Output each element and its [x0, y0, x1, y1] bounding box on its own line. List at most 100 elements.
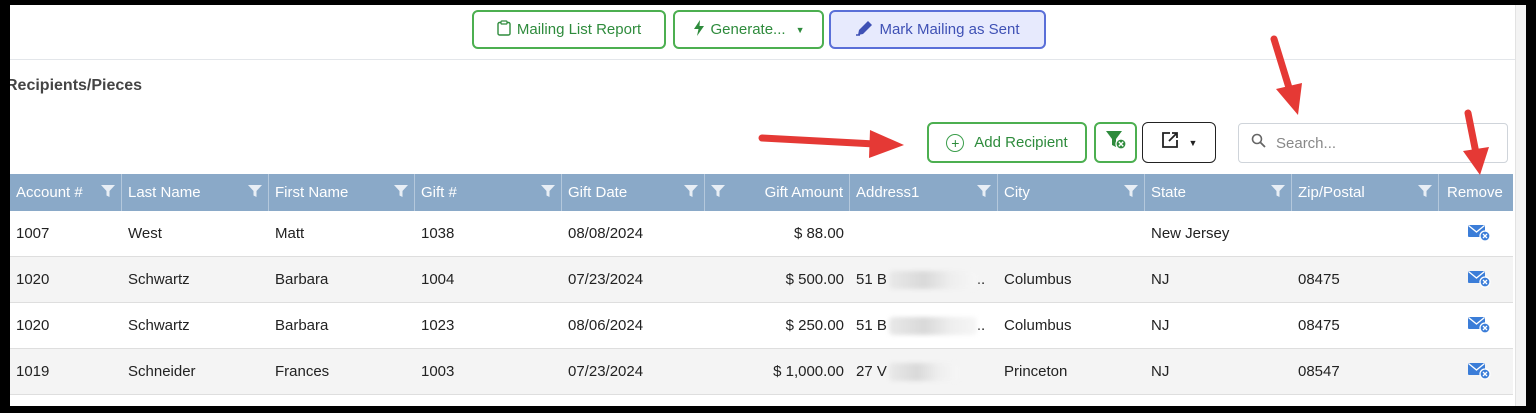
clipboard-icon: [497, 20, 511, 39]
cell-account: 1007: [16, 225, 50, 242]
export-dropdown-button[interactable]: ▼: [1142, 122, 1216, 163]
cell-first-name: Barbara: [275, 271, 329, 288]
filter-icon[interactable]: [1124, 184, 1138, 202]
search-icon: [1251, 133, 1266, 153]
cell-city: Princeton: [1004, 363, 1068, 380]
lightning-icon: [693, 20, 705, 39]
filter-icon[interactable]: [541, 184, 555, 202]
col-gift-number[interactable]: Gift #: [415, 174, 562, 211]
mailing-list-report-button[interactable]: Mailing List Report: [472, 10, 666, 49]
cell-first-name: Matt: [275, 225, 305, 242]
mark-mailing-sent-button[interactable]: Mark Mailing as Sent: [829, 10, 1046, 49]
envelope-remove-icon[interactable]: [1467, 268, 1491, 292]
filter-icon[interactable]: [101, 184, 115, 202]
redacted-text: [888, 270, 977, 289]
app-frame: Mailing List Report Generate... ▼ Mark M…: [10, 5, 1526, 406]
cell-address1: 51 B..: [850, 257, 998, 302]
cell-remove: [1439, 303, 1513, 348]
cell-zip: 08475: [1298, 271, 1340, 288]
cell-gift-number: 1023: [421, 317, 455, 334]
cell-last-name: Schneider: [128, 363, 196, 380]
cell-zip: 08475: [1298, 317, 1340, 334]
envelope-remove-icon[interactable]: [1467, 360, 1491, 384]
cell-zip: 08547: [1298, 363, 1340, 380]
cell-account: 1020: [16, 271, 50, 288]
cell-gift-amount: $ 1,000.00: [773, 363, 844, 380]
add-recipient-button[interactable]: + Add Recipient: [927, 122, 1087, 163]
col-address1[interactable]: Address1: [850, 174, 998, 211]
table-row[interactable]: 1020 Schwartz Barbara 1023 08/06/2024 $ …: [10, 303, 1513, 349]
chevron-down-icon: ▼: [795, 24, 805, 35]
plus-circle-icon: +: [946, 133, 965, 152]
col-first-name[interactable]: First Name: [269, 174, 415, 211]
col-zip[interactable]: Zip/Postal: [1292, 174, 1439, 211]
redacted-text: [888, 316, 977, 335]
pen-icon: [855, 20, 873, 39]
chevron-down-icon: ▼: [1188, 137, 1198, 148]
col-state[interactable]: State: [1145, 174, 1292, 211]
col-gift-date[interactable]: Gift Date: [562, 174, 705, 211]
cell-city: Columbus: [1004, 271, 1072, 288]
generate-label: Generate...: [710, 21, 786, 38]
clear-filter-button[interactable]: [1094, 122, 1137, 163]
red-arrow-icon: [1270, 35, 1302, 115]
cell-zip: [1292, 211, 1439, 256]
cell-last-name: Schwartz: [128, 271, 190, 288]
col-account[interactable]: Account #: [10, 174, 122, 211]
export-icon: [1161, 131, 1179, 154]
col-remove: Remove: [1447, 184, 1503, 201]
cell-gift-date: 08/06/2024: [568, 317, 644, 334]
filter-icon[interactable]: [711, 184, 725, 202]
table-row[interactable]: 1020 Schwartz Barbara 1004 07/23/2024 $ …: [10, 257, 1513, 303]
address-text: 27 V: [856, 363, 887, 380]
address-ellipsis: ..: [976, 317, 986, 334]
mailing-list-report-label: Mailing List Report: [516, 21, 642, 38]
redacted-text: [888, 362, 959, 381]
cell-remove: [1439, 257, 1513, 302]
cell-account: 1019: [16, 363, 50, 380]
mark-sent-label: Mark Mailing as Sent: [879, 21, 1020, 38]
cell-first-name: Frances: [275, 363, 330, 380]
col-gift-amount[interactable]: Gift Amount: [705, 174, 850, 211]
red-arrow-icon: [1463, 109, 1489, 175]
table-row[interactable]: 1019 Schneider Frances 1003 07/23/2024 $…: [10, 349, 1513, 395]
cell-last-name: West: [128, 225, 162, 242]
cell-remove: [1439, 211, 1513, 256]
cell-city: [998, 211, 1145, 256]
cell-gift-date: 07/23/2024: [568, 363, 644, 380]
section-title: Recipients/Pieces: [10, 77, 143, 94]
cell-account: 1020: [16, 317, 50, 334]
col-city[interactable]: City: [998, 174, 1145, 211]
cell-gift-number: 1004: [421, 271, 455, 288]
filter-icon[interactable]: [977, 184, 991, 202]
cell-address1: [850, 211, 998, 256]
cell-address1: 51 B..: [850, 303, 998, 348]
filter-icon[interactable]: [684, 184, 698, 202]
filter-icon[interactable]: [1271, 184, 1285, 202]
scrollbar-strip: [1515, 5, 1526, 406]
envelope-remove-icon[interactable]: [1467, 222, 1491, 246]
cell-state: NJ: [1151, 271, 1170, 288]
grid-header: Account # Last Name First Name Gift # Gi…: [10, 174, 1513, 211]
generate-dropdown-button[interactable]: Generate... ▼: [673, 10, 824, 49]
cell-address1: 27 V: [850, 349, 998, 394]
filter-icon[interactable]: [394, 184, 408, 202]
cell-state: NJ: [1151, 363, 1170, 380]
cell-state: NJ: [1151, 317, 1170, 334]
cell-gift-number: 1003: [421, 363, 455, 380]
red-arrow-icon: [758, 130, 904, 158]
address-text: 51 B: [856, 271, 887, 288]
table-row[interactable]: 1007 West Matt 1038 08/08/2024 $ 88.00 N…: [10, 211, 1513, 257]
cell-gift-amount: $ 250.00: [785, 317, 844, 334]
address-ellipsis: ..: [976, 271, 986, 288]
cell-state: New Jersey: [1151, 225, 1230, 242]
filter-icon[interactable]: [248, 184, 262, 202]
address-text: 51 B: [856, 317, 887, 334]
cell-gift-amount: $ 500.00: [785, 271, 844, 288]
cell-gift-date: 08/08/2024: [568, 225, 644, 242]
cell-city: Columbus: [1004, 317, 1072, 334]
envelope-remove-icon[interactable]: [1467, 314, 1491, 338]
col-last-name[interactable]: Last Name: [122, 174, 269, 211]
add-recipient-label: Add Recipient: [974, 134, 1068, 151]
filter-icon[interactable]: [1418, 184, 1432, 202]
